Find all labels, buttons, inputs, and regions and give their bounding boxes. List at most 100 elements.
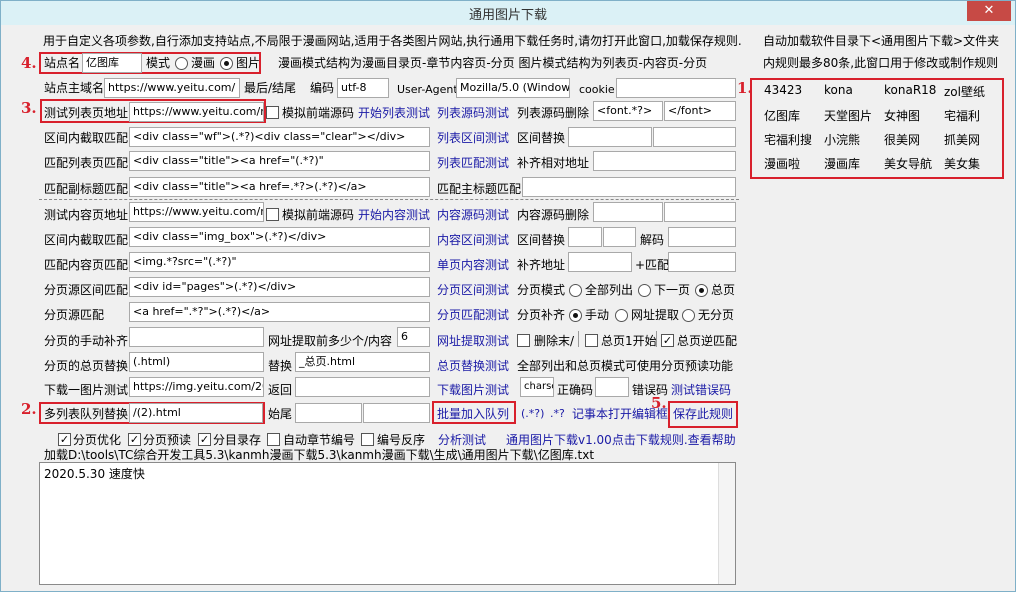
site-item[interactable]: 美女导航 — [884, 155, 932, 172]
list-subtitle-input[interactable]: <div class="title"><a href=.*?>(.*?)</a> — [129, 177, 430, 197]
paging-total-replace-input[interactable]: (.html) — [129, 352, 264, 372]
list-delete-input-1[interactable]: <font.*?> — [593, 101, 663, 121]
site-item[interactable]: konaR18 — [884, 83, 936, 97]
list-match-test-link[interactable]: 列表匹配测试 — [437, 154, 509, 172]
paging-fill-radio-none[interactable] — [682, 309, 695, 322]
content-test-url-input[interactable]: https://www.yeitu.com/me — [129, 202, 264, 222]
mode-radio-comic[interactable] — [175, 57, 188, 70]
replace-input[interactable]: _总页.html — [295, 352, 430, 372]
site-item[interactable]: 宅福利 — [944, 107, 980, 124]
charset-input[interactable]: charse — [520, 377, 554, 397]
total-start-checkbox[interactable] — [585, 334, 598, 347]
site-item[interactable]: 漫画库 — [824, 155, 860, 172]
close-button[interactable]: ✕ — [967, 1, 1011, 21]
content-source-test-link[interactable]: 内容源码测试 — [437, 206, 509, 224]
encoding-input[interactable]: utf-8 — [337, 78, 389, 98]
paging-mode-radio-all[interactable] — [569, 284, 582, 297]
notes-scrollbar[interactable] — [718, 463, 735, 584]
site-item[interactable]: 抓美网 — [944, 131, 980, 148]
paging-source-input[interactable]: <div id="pages">(.*?)</div> — [129, 277, 430, 297]
paging-interval-test-link[interactable]: 分页区间测试 — [437, 281, 509, 299]
site-item[interactable]: 漫画啦 — [764, 155, 800, 172]
list-start-test-link[interactable]: 开始列表测试 — [358, 104, 430, 122]
domain-input[interactable]: https://www.yeitu.com/ — [104, 78, 240, 98]
list-interval-input[interactable]: <div class="wf">(.*?)<div class="clear">… — [129, 127, 430, 147]
site-item[interactable]: kona — [824, 83, 853, 97]
paging-mode-radio-next[interactable] — [638, 284, 651, 297]
site-item[interactable]: 43423 — [764, 83, 802, 97]
tail-input[interactable] — [363, 403, 430, 423]
mode-option-image: 图片 — [236, 56, 261, 70]
list-main-title-input[interactable] — [522, 177, 736, 197]
paging-mode-total: 总页 — [711, 283, 736, 297]
sub-dir-save-checkbox[interactable]: ✓ — [198, 433, 211, 446]
list-relative-input[interactable] — [593, 151, 736, 171]
regex-insert-2[interactable]: .*? — [550, 405, 565, 423]
cookie-input[interactable] — [616, 78, 736, 98]
content-replace-input-1[interactable] — [568, 227, 602, 247]
paging-match-test-link[interactable]: 分页匹配测试 — [437, 306, 509, 324]
total-reverse-checkbox[interactable]: ✓ — [661, 334, 674, 347]
site-item[interactable]: 女神图 — [884, 107, 920, 124]
paging-manual-input[interactable] — [129, 327, 264, 347]
referer-input[interactable] — [295, 377, 430, 397]
list-simulate-checkbox[interactable] — [266, 106, 279, 119]
content-delete-input-1[interactable] — [593, 202, 663, 222]
paging-extract-input[interactable]: 6 — [397, 327, 430, 347]
info-right-2: 内规则最多80条,此窗口用于修改或制作规则 — [763, 56, 999, 70]
site-item[interactable]: 亿图库 — [764, 107, 800, 124]
page-preread-checkbox[interactable]: ✓ — [128, 433, 141, 446]
notes-textarea[interactable]: 2020.5.30 速度快 — [39, 462, 736, 585]
annotation-4: 4. — [21, 54, 37, 72]
download-test-url-input[interactable]: https://img.yeitu.com/2020 — [129, 377, 264, 397]
total-replace-test-link[interactable]: 总页替换测试 — [437, 357, 509, 375]
regex-insert-1[interactable]: (.*?) — [521, 405, 544, 423]
site-item[interactable]: 宅福利搜 — [764, 131, 812, 148]
error-code-test-link[interactable]: 测试错误码 — [671, 381, 731, 399]
list-replace-input-1[interactable] — [568, 127, 652, 147]
mode-option-comic: 漫画 — [191, 56, 216, 70]
auto-chapter-checkbox[interactable] — [267, 433, 280, 446]
site-name-label: 站点名 — [44, 56, 81, 70]
notepad-edit-link[interactable]: 记事本打开编辑框 — [572, 405, 668, 423]
site-item[interactable]: 小浣熊 — [824, 131, 860, 148]
site-item[interactable]: 美女集 — [944, 155, 980, 172]
num-reverse-checkbox[interactable] — [361, 433, 374, 446]
queue-replace-input[interactable]: /(2).html — [129, 403, 263, 423]
list-delete-input-2[interactable]: </font> — [664, 101, 736, 121]
content-interval-input[interactable]: <div class="img_box">(.*?)</div> — [129, 227, 430, 247]
site-item[interactable]: 很美网 — [884, 131, 920, 148]
save-rule-link[interactable]: 保存此规则 — [673, 405, 733, 423]
user-agent-input[interactable]: Mozilla/5.0 (Windows N — [456, 78, 570, 98]
paging-fill-radio-extract[interactable] — [615, 309, 628, 322]
content-match-input[interactable]: <img.*?src="(.*?)" — [129, 252, 430, 272]
batch-add-queue-link[interactable]: 批量加入队列 — [437, 405, 509, 423]
content-interval-test-link[interactable]: 内容区间测试 — [437, 231, 509, 249]
delete-end-checkbox[interactable] — [517, 334, 530, 347]
paging-mode-radio-total[interactable] — [695, 284, 708, 297]
content-delete-input-2[interactable] — [664, 202, 736, 222]
list-match-input[interactable]: <div class="title"><a href="(.*?)" — [129, 151, 430, 171]
content-start-test-link[interactable]: 开始内容测试 — [358, 206, 430, 224]
site-item[interactable]: 天堂图片 — [824, 107, 872, 124]
list-replace-input-2[interactable] — [653, 127, 736, 147]
page-optimize-checkbox[interactable]: ✓ — [58, 433, 71, 446]
list-interval-test-link[interactable]: 列表区间测试 — [437, 129, 509, 147]
head-input[interactable] — [295, 403, 362, 423]
site-name-input[interactable]: 亿图库 — [82, 53, 142, 73]
site-item[interactable]: zol壁纸 — [944, 83, 985, 100]
paging-source-match-input[interactable]: <a href=".*?">(.*?)</a> — [129, 302, 430, 322]
list-source-test-link[interactable]: 列表源码测试 — [437, 104, 509, 122]
mode-radio-image[interactable] — [220, 57, 233, 70]
content-replace-input-2[interactable] — [603, 227, 636, 247]
content-complete-input[interactable] — [568, 252, 632, 272]
download-test-link[interactable]: 下载图片测试 — [437, 381, 509, 399]
content-single-test-link[interactable]: 单页内容测试 — [437, 256, 509, 274]
content-simulate-checkbox[interactable] — [266, 208, 279, 221]
content-decode-input[interactable] — [668, 227, 736, 247]
correct-code-input[interactable] — [595, 377, 629, 397]
list-test-url-input[interactable]: https://www.yeitu.com/me — [129, 102, 264, 122]
paging-fill-radio-manual[interactable] — [569, 309, 582, 322]
paging-extract-test-link[interactable]: 网址提取测试 — [437, 332, 509, 350]
content-plus-match-input[interactable] — [668, 252, 736, 272]
